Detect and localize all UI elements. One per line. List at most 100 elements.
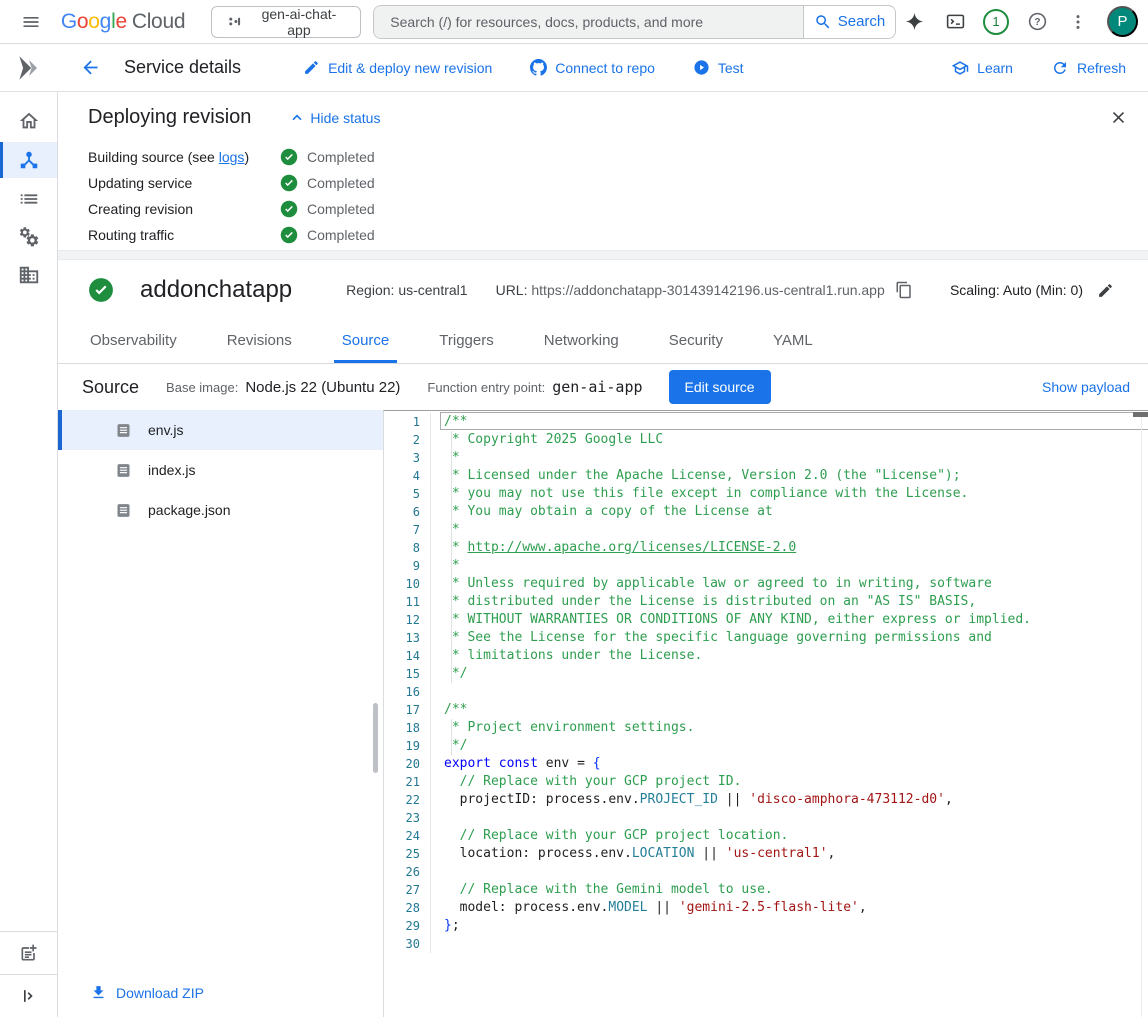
tab-source[interactable]: Source xyxy=(334,320,398,363)
code-line xyxy=(420,809,444,827)
file-icon xyxy=(115,422,132,439)
page-title: Service details xyxy=(124,57,241,78)
service-actionbar: Service details Edit & deploy new revisi… xyxy=(0,44,1148,92)
nav-cloud-run-button[interactable] xyxy=(0,142,57,178)
step-status-text: Completed xyxy=(307,149,375,165)
line-number: 24 xyxy=(384,827,420,845)
expand-rail-button[interactable] xyxy=(0,974,57,1017)
code-line: * xyxy=(420,521,460,539)
back-button[interactable] xyxy=(72,50,108,86)
cloud-shell-button[interactable] xyxy=(937,4,973,40)
download-zip-button[interactable]: Download ZIP xyxy=(90,984,204,1001)
global-search: Search xyxy=(373,5,896,39)
gears-icon xyxy=(18,226,40,248)
active-sessions-button[interactable]: 1 xyxy=(978,4,1014,40)
session-count-badge: 1 xyxy=(983,9,1009,35)
code-line: projectID: process.env.PROJECT_ID || 'di… xyxy=(420,791,953,809)
line-number: 4 xyxy=(384,467,420,485)
line-number: 30 xyxy=(384,935,420,953)
code-row: 5 * you may not use this file except in … xyxy=(384,485,1148,503)
code-line xyxy=(420,863,444,881)
file-panel-scrollbar[interactable] xyxy=(373,703,378,773)
nav-admin-button[interactable] xyxy=(0,218,57,256)
nav-organization-button[interactable] xyxy=(0,256,57,294)
line-number: 18 xyxy=(384,719,420,737)
nav-list-button[interactable] xyxy=(0,180,57,218)
close-status-button[interactable] xyxy=(1109,108,1128,130)
release-notes-button[interactable] xyxy=(0,931,57,974)
source-body: env.js index.js package.json Download ZI… xyxy=(58,410,1148,1017)
tab-revisions[interactable]: Revisions xyxy=(219,320,300,363)
logs-link[interactable]: logs xyxy=(219,149,245,165)
hide-status-button[interactable]: Hide status xyxy=(289,110,380,126)
code-line: * you may not use this file except in co… xyxy=(420,485,968,503)
download-icon xyxy=(90,984,107,1001)
show-payload-link[interactable]: Show payload xyxy=(1042,379,1130,395)
region-label: Region: xyxy=(346,282,394,298)
edit-deploy-button[interactable]: Edit & deploy new revision xyxy=(303,59,492,76)
code-row: 30 xyxy=(384,935,1148,953)
learn-label: Learn xyxy=(977,60,1013,76)
main-menu-button[interactable] xyxy=(14,4,49,40)
more-vert-icon xyxy=(1068,12,1088,32)
test-button[interactable]: Test xyxy=(693,59,744,76)
service-name: addonchatapp xyxy=(140,276,292,304)
search-input[interactable] xyxy=(374,6,803,38)
line-number: 19 xyxy=(384,737,420,755)
code-row: 18 * Project environment settings. xyxy=(384,719,1148,737)
refresh-button[interactable]: Refresh xyxy=(1051,59,1126,77)
copy-url-button[interactable] xyxy=(895,281,913,299)
gemini-sparkle-icon xyxy=(904,11,925,32)
file-item-index.js[interactable]: index.js xyxy=(58,450,383,490)
deploy-step: Creating revision Completed xyxy=(88,196,1148,222)
url-value: https://addonchatapp-301439142196.us-cen… xyxy=(531,282,884,298)
search-button[interactable]: Search xyxy=(803,6,895,38)
code-row: 16 xyxy=(384,683,1148,701)
editor-scrollbar-track[interactable] xyxy=(1141,411,1142,1017)
pencil-icon xyxy=(1097,282,1114,299)
code-line: * limitations under the License. xyxy=(420,647,702,665)
line-number: 25 xyxy=(384,845,420,863)
code-row: 8 * http://www.apache.org/licenses/LICEN… xyxy=(384,539,1148,557)
test-label: Test xyxy=(718,60,744,76)
tab-observability[interactable]: Observability xyxy=(82,320,185,363)
scaling-info: Scaling: Auto (Min: 0) xyxy=(950,282,1083,298)
line-number: 7 xyxy=(384,521,420,539)
help-button[interactable]: ? xyxy=(1019,4,1055,40)
gemini-button[interactable] xyxy=(896,4,932,40)
connect-repo-button[interactable]: Connect to repo xyxy=(530,59,655,76)
tab-triggers[interactable]: Triggers xyxy=(431,320,501,363)
project-name: gen-ai-chat-app xyxy=(252,6,347,38)
code-line: */ xyxy=(420,737,467,755)
code-row: 20export const env = { xyxy=(384,755,1148,773)
project-picker[interactable]: gen-ai-chat-app xyxy=(211,6,361,38)
edit-source-button[interactable]: Edit source xyxy=(669,370,771,404)
expand-panel-icon xyxy=(19,986,39,1006)
edit-scaling-button[interactable] xyxy=(1097,282,1114,299)
tab-networking[interactable]: Networking xyxy=(536,320,627,363)
code-editor[interactable]: 1/**2 * Copyright 2025 Google LLC3 *4 * … xyxy=(383,410,1148,1017)
more-options-button[interactable] xyxy=(1060,4,1096,40)
code-row: 26 xyxy=(384,863,1148,881)
refresh-icon xyxy=(1051,59,1069,77)
file-icon xyxy=(115,502,132,519)
tab-yaml[interactable]: YAML xyxy=(765,320,821,363)
connect-repo-label: Connect to repo xyxy=(555,60,655,76)
google-wordmark: Google xyxy=(61,10,127,34)
code-row: 22 projectID: process.env.PROJECT_ID || … xyxy=(384,791,1148,809)
rail-bottom xyxy=(0,931,57,1017)
entry-point-value: gen-ai-app xyxy=(552,378,642,396)
account-avatar[interactable]: P xyxy=(1107,6,1138,37)
learn-button[interactable]: Learn xyxy=(951,59,1013,77)
code-row: 24 // Replace with your GCP project loca… xyxy=(384,827,1148,845)
code-row: 23 xyxy=(384,809,1148,827)
edit-deploy-label: Edit & deploy new revision xyxy=(328,60,492,76)
service-header: addonchatapp Region: us-central1 URL: ht… xyxy=(58,260,1148,320)
line-number: 22 xyxy=(384,791,420,809)
file-item-package.json[interactable]: package.json xyxy=(58,490,383,530)
file-item-env.js[interactable]: env.js xyxy=(58,410,383,450)
line-number: 15 xyxy=(384,665,420,683)
tab-security[interactable]: Security xyxy=(661,320,731,363)
nav-home-button[interactable] xyxy=(0,102,57,140)
entry-point-info: Function entry point: gen-ai-app xyxy=(427,378,642,396)
